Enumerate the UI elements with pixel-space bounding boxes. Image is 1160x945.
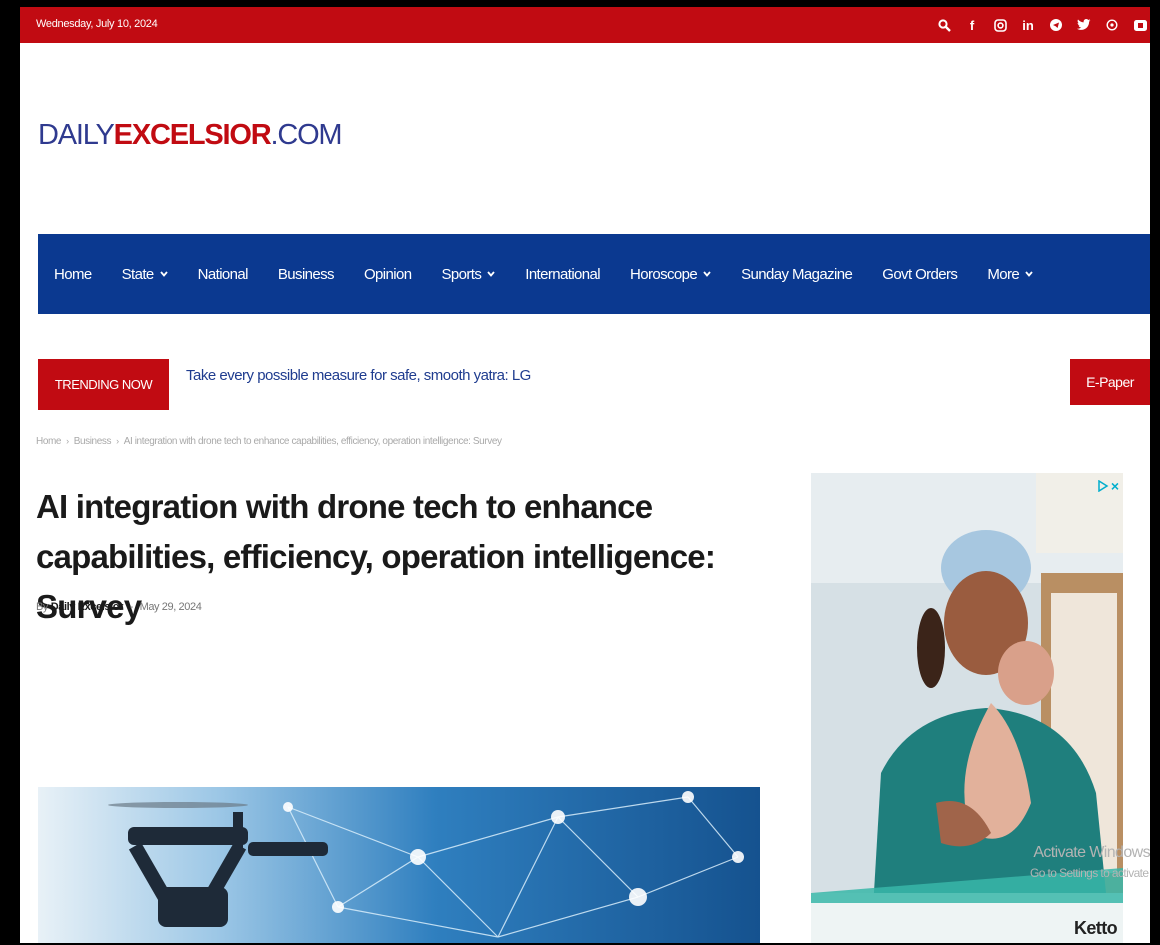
watermark-line-2: Go to Settings to activate Windows. (1030, 866, 1150, 880)
chevron-right-icon: › (116, 436, 119, 446)
trending-headline-link[interactable]: Take every possible measure for safe, sm… (186, 367, 531, 384)
page: Wednesday, July 10, 2024 f in DAILYEXCEL… (20, 7, 1150, 943)
byline-by: By (36, 601, 49, 613)
breadcrumb-current: AI integration with drone tech to enhanc… (123, 436, 502, 447)
nav-item-label: State (121, 265, 155, 283)
drone-network-illustration (38, 787, 760, 943)
byline-dash: - (129, 601, 134, 613)
nav-item-label: Business (277, 265, 335, 283)
trending-badge: TRENDING NOW (38, 359, 169, 410)
nav-item-label: Opinion (363, 265, 412, 283)
close-icon: × (1110, 478, 1119, 494)
epaper-button[interactable]: E-Paper (1070, 359, 1150, 405)
search-icon[interactable] (934, 15, 954, 35)
breadcrumb-business[interactable]: Business (74, 436, 112, 447)
nav-item-label: Govt Orders (882, 265, 958, 283)
youtube-icon[interactable] (1130, 15, 1150, 35)
telegram-icon[interactable] (1046, 15, 1066, 35)
chevron-down-icon (703, 271, 711, 277)
logo-middle: EXCELSIOR (113, 119, 272, 151)
chevron-right-icon: › (66, 436, 69, 446)
nav-item-sports[interactable]: Sports (441, 266, 495, 283)
article-date: May 29, 2024 (139, 601, 202, 613)
whatsapp-icon[interactable] (1102, 15, 1122, 35)
logo-suffix: .COM (270, 119, 342, 151)
nav-item-label: Sunday Magazine (741, 265, 853, 283)
instagram-icon[interactable] (990, 15, 1010, 35)
chevron-down-icon (1025, 271, 1033, 277)
article-byline: By Daily Excelsior - May 29, 2024 (36, 601, 202, 613)
chevron-down-icon (159, 271, 168, 277)
current-date: Wednesday, July 10, 2024 (36, 18, 158, 30)
nav-item-business[interactable]: Business (277, 265, 335, 283)
breadcrumb: Home › Business › AI integration with drone … (36, 436, 502, 447)
twitter-icon[interactable] (1074, 15, 1094, 35)
ad-choices-close[interactable]: × (1089, 477, 1119, 495)
nav-item-label: Home (54, 265, 92, 283)
ad-brand-logo: Ketto (1074, 918, 1118, 938)
nav-item-label: International (525, 265, 601, 283)
main-nav: Home State National Business Opinion Spo… (38, 234, 1150, 314)
article-hero-image (38, 787, 760, 943)
nav-item-home[interactable]: Home (54, 266, 92, 283)
windows-activation-watermark: Activate Windows Go to Settings to activ… (1030, 843, 1150, 883)
nav-item-label: National (197, 265, 249, 283)
linkedin-icon[interactable]: in (1018, 15, 1038, 35)
nav-item-govt-orders[interactable]: Govt Orders (882, 265, 958, 283)
nav-item-label: More (987, 265, 1020, 283)
chevron-down-icon (487, 271, 495, 277)
nav-item-label: Horoscope (630, 265, 698, 283)
nav-item-horoscope[interactable]: Horoscope (630, 266, 711, 283)
nav-item-national[interactable]: National (197, 265, 249, 283)
nav-item-label: Sports (441, 265, 482, 283)
top-bar: Wednesday, July 10, 2024 f in (20, 7, 1150, 43)
social-links: f in (926, 14, 1150, 36)
nav-item-state[interactable]: State (122, 266, 168, 283)
nav-item-international[interactable]: International (525, 266, 600, 283)
nav-item-sunday-magazine[interactable]: Sunday Magazine (741, 265, 853, 283)
facebook-icon[interactable]: f (962, 15, 982, 35)
logo-prefix: DAILY (38, 119, 115, 151)
watermark-line-1: Activate Windows (1033, 844, 1150, 861)
site-logo[interactable]: DAILYEXCELSIOR.COM (38, 119, 343, 152)
ad-info-icon (1098, 480, 1109, 492)
nav-item-more[interactable]: More (987, 266, 1033, 283)
breadcrumb-home[interactable]: Home (36, 436, 61, 447)
author-link[interactable]: Daily Excelsior (51, 601, 124, 613)
nav-item-opinion[interactable]: Opinion (364, 266, 412, 283)
